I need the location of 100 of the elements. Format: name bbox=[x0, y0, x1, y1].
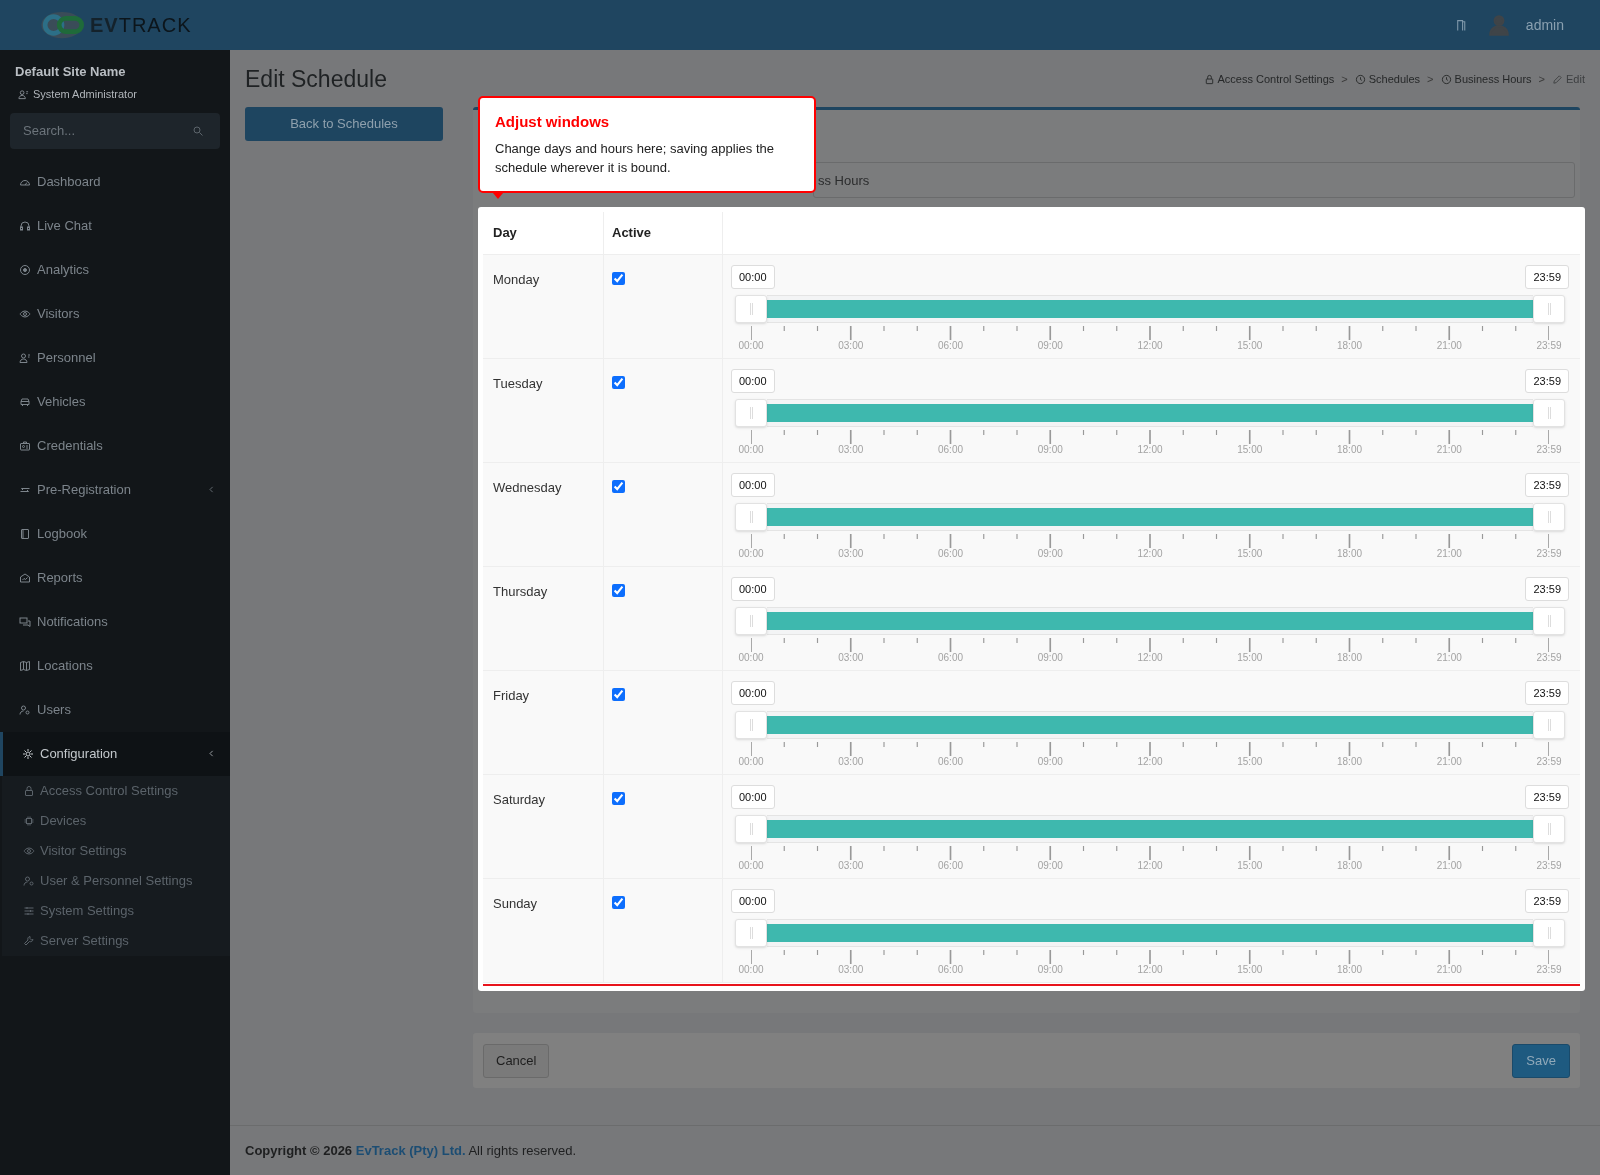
breadcrumb-link[interactable]: Business Hours bbox=[1440, 70, 1532, 88]
cancel-button[interactable]: Cancel bbox=[483, 1043, 550, 1078]
chevron-icon bbox=[207, 485, 216, 494]
slider-handle[interactable] bbox=[735, 503, 767, 531]
tick-label: 18:00 bbox=[1337, 860, 1362, 872]
slider-handle[interactable] bbox=[1533, 503, 1565, 531]
chat-icon bbox=[19, 615, 31, 628]
lock-icon bbox=[1203, 73, 1215, 85]
slider-handle[interactable] bbox=[1533, 295, 1565, 323]
start-time-label: 00:00 bbox=[731, 473, 775, 497]
tick-label: 21:00 bbox=[1436, 652, 1462, 664]
sidebar-subitem[interactable]: User & Personnel Settings bbox=[2, 865, 230, 896]
active-checkbox[interactable] bbox=[612, 584, 625, 597]
sidebar-item[interactable]: Logbook bbox=[0, 511, 230, 556]
sidebar-item[interactable]: Personnel bbox=[0, 335, 230, 380]
sidebar-item[interactable]: Reports bbox=[0, 555, 230, 600]
day-label: Sunday bbox=[493, 896, 538, 911]
tick-label: 12:00 bbox=[1137, 860, 1163, 872]
slider-handle[interactable] bbox=[735, 399, 767, 427]
sidebar-item[interactable]: Credentials bbox=[0, 423, 230, 468]
sidebar-subitem[interactable]: Access Control Settings bbox=[2, 775, 230, 806]
tick-label: 00:00 bbox=[738, 756, 764, 768]
sidebar-subitem[interactable]: System Settings bbox=[2, 895, 230, 926]
active-checkbox[interactable] bbox=[612, 376, 625, 389]
user-name[interactable]: admin bbox=[1525, 14, 1564, 36]
tick-label: 09:00 bbox=[1037, 964, 1063, 976]
tick-label: 15:00 bbox=[1237, 340, 1263, 352]
sidebar-item[interactable]: Analytics bbox=[0, 247, 230, 292]
tick-label: 09:00 bbox=[1037, 652, 1063, 664]
tick-label: 06:00 bbox=[938, 860, 963, 872]
door-button[interactable] bbox=[1454, 17, 1468, 33]
lock-icon bbox=[23, 784, 35, 797]
day-label: Tuesday bbox=[493, 376, 543, 391]
slider-handle[interactable] bbox=[1533, 399, 1565, 427]
slider-handle[interactable] bbox=[735, 295, 767, 323]
sidebar-item[interactable]: Notifications bbox=[0, 599, 230, 644]
breadcrumb-link[interactable]: Schedules bbox=[1354, 70, 1421, 88]
end-time-label: 23:59 bbox=[1525, 889, 1569, 913]
tick-label: 06:00 bbox=[938, 444, 963, 456]
breadcrumb-link[interactable]: Access Control Settings bbox=[1203, 70, 1335, 88]
tick-label: 21:00 bbox=[1436, 964, 1462, 976]
slider-handle[interactable] bbox=[1533, 607, 1565, 635]
tick-label: 15:00 bbox=[1237, 444, 1263, 456]
save-button[interactable]: Save bbox=[1512, 1043, 1570, 1078]
slider-handle[interactable] bbox=[735, 919, 767, 947]
tick-label: 09:00 bbox=[1037, 340, 1063, 352]
logo-icon bbox=[38, 10, 86, 40]
sidebar-item[interactable]: Vehicles bbox=[0, 379, 230, 424]
door-icon bbox=[1454, 17, 1468, 33]
tick-label: 00:00 bbox=[738, 548, 764, 560]
tick-label: 03:00 bbox=[838, 340, 864, 352]
tick-label: 18:00 bbox=[1337, 964, 1362, 976]
slider-handle[interactable] bbox=[1533, 711, 1565, 739]
tooltip-title: Adjust windows bbox=[495, 113, 611, 131]
tick-label: 18:00 bbox=[1337, 444, 1362, 456]
search-field[interactable]: Search... bbox=[10, 112, 220, 149]
active-checkbox[interactable] bbox=[612, 688, 625, 701]
chevron-icon bbox=[207, 749, 216, 758]
slider-handle[interactable] bbox=[735, 711, 767, 739]
start-time-label: 00:00 bbox=[731, 369, 775, 393]
end-time-label: 23:59 bbox=[1525, 473, 1569, 497]
sidebar-item[interactable]: Live Chat bbox=[0, 203, 230, 248]
active-checkbox[interactable] bbox=[612, 896, 625, 909]
slider-handle[interactable] bbox=[1533, 815, 1565, 843]
tick-label: 23:59 bbox=[1536, 340, 1562, 352]
tick-label: 15:00 bbox=[1237, 756, 1263, 768]
name-field[interactable]: ss Hours bbox=[813, 162, 1575, 198]
tick-label: 21:00 bbox=[1436, 340, 1462, 352]
sidebar-subitem[interactable]: Visitor Settings bbox=[2, 835, 230, 866]
sidebar-item[interactable]: Users bbox=[0, 687, 230, 732]
sidebar-item[interactable]: Pre-Registration bbox=[0, 467, 230, 512]
breadcrumb-separator: > bbox=[1538, 71, 1546, 87]
tick-label: 15:00 bbox=[1237, 548, 1263, 560]
company-link[interactable]: EvTrack (Pty) Ltd. bbox=[355, 1142, 466, 1158]
sidebar-item[interactable]: Visitors bbox=[0, 291, 230, 336]
target-icon bbox=[19, 263, 31, 276]
tick-label: 12:00 bbox=[1137, 756, 1163, 768]
breadcrumb-link[interactable]: Edit bbox=[1552, 70, 1585, 88]
tick-label: 18:00 bbox=[1337, 340, 1362, 352]
sidebar-subitem[interactable]: Server Settings bbox=[2, 925, 230, 956]
id-card-icon bbox=[19, 439, 31, 452]
sidebar-item[interactable]: Dashboard bbox=[0, 159, 230, 204]
active-checkbox[interactable] bbox=[612, 272, 625, 285]
sidebar-item[interactable]: Locations bbox=[0, 643, 230, 688]
day-label: Monday bbox=[493, 272, 540, 287]
active-checkbox[interactable] bbox=[612, 480, 625, 493]
start-time-label: 00:00 bbox=[731, 889, 775, 913]
active-checkbox[interactable] bbox=[612, 792, 625, 805]
back-button[interactable]: Back to Schedules bbox=[245, 107, 443, 141]
sidebar-subitem[interactable]: Devices bbox=[2, 805, 230, 836]
sidebar-item[interactable]: Configuration bbox=[0, 731, 230, 776]
eye-icon bbox=[23, 844, 35, 857]
tick-label: 09:00 bbox=[1037, 444, 1063, 456]
tick-label: 06:00 bbox=[938, 548, 963, 560]
slider-handle[interactable] bbox=[1533, 919, 1565, 947]
slider-handle[interactable] bbox=[735, 815, 767, 843]
slider-handle[interactable] bbox=[735, 607, 767, 635]
tick-label: 00:00 bbox=[738, 964, 764, 976]
breadcrumb-separator: > bbox=[1341, 71, 1348, 87]
sliders-icon bbox=[23, 904, 35, 917]
